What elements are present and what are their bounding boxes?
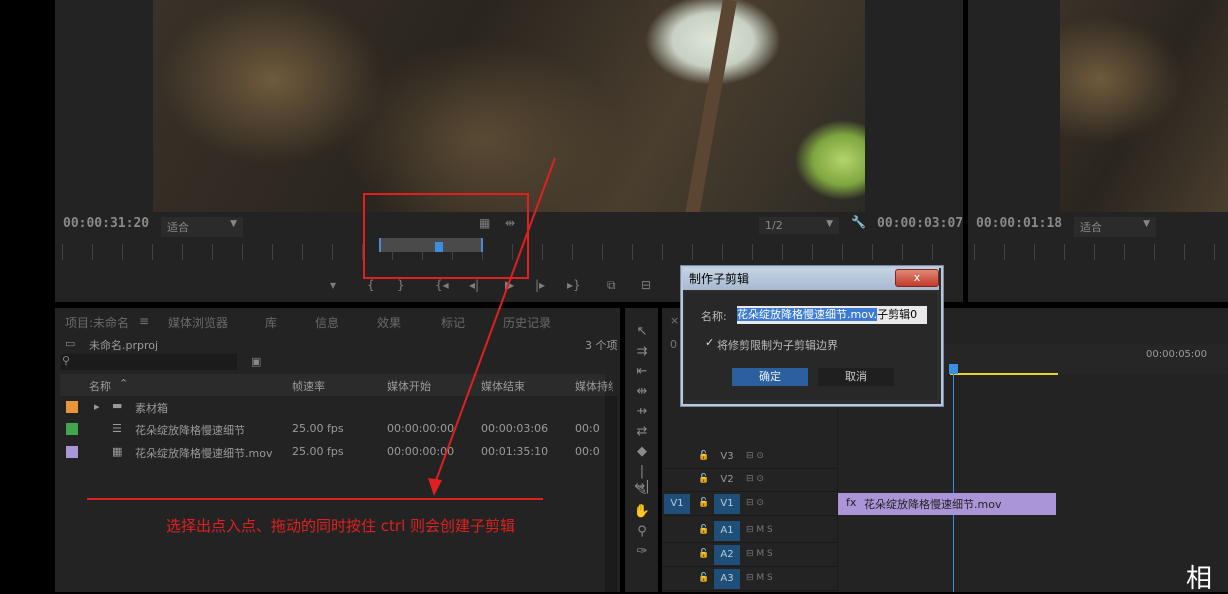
annotation-arrow <box>87 157 556 500</box>
corner-glyph: 相 <box>1186 564 1213 594</box>
annotation-caption: 选择出点入点、拖动的同时按住 ctrl 则会创建子剪辑 <box>166 517 516 535</box>
